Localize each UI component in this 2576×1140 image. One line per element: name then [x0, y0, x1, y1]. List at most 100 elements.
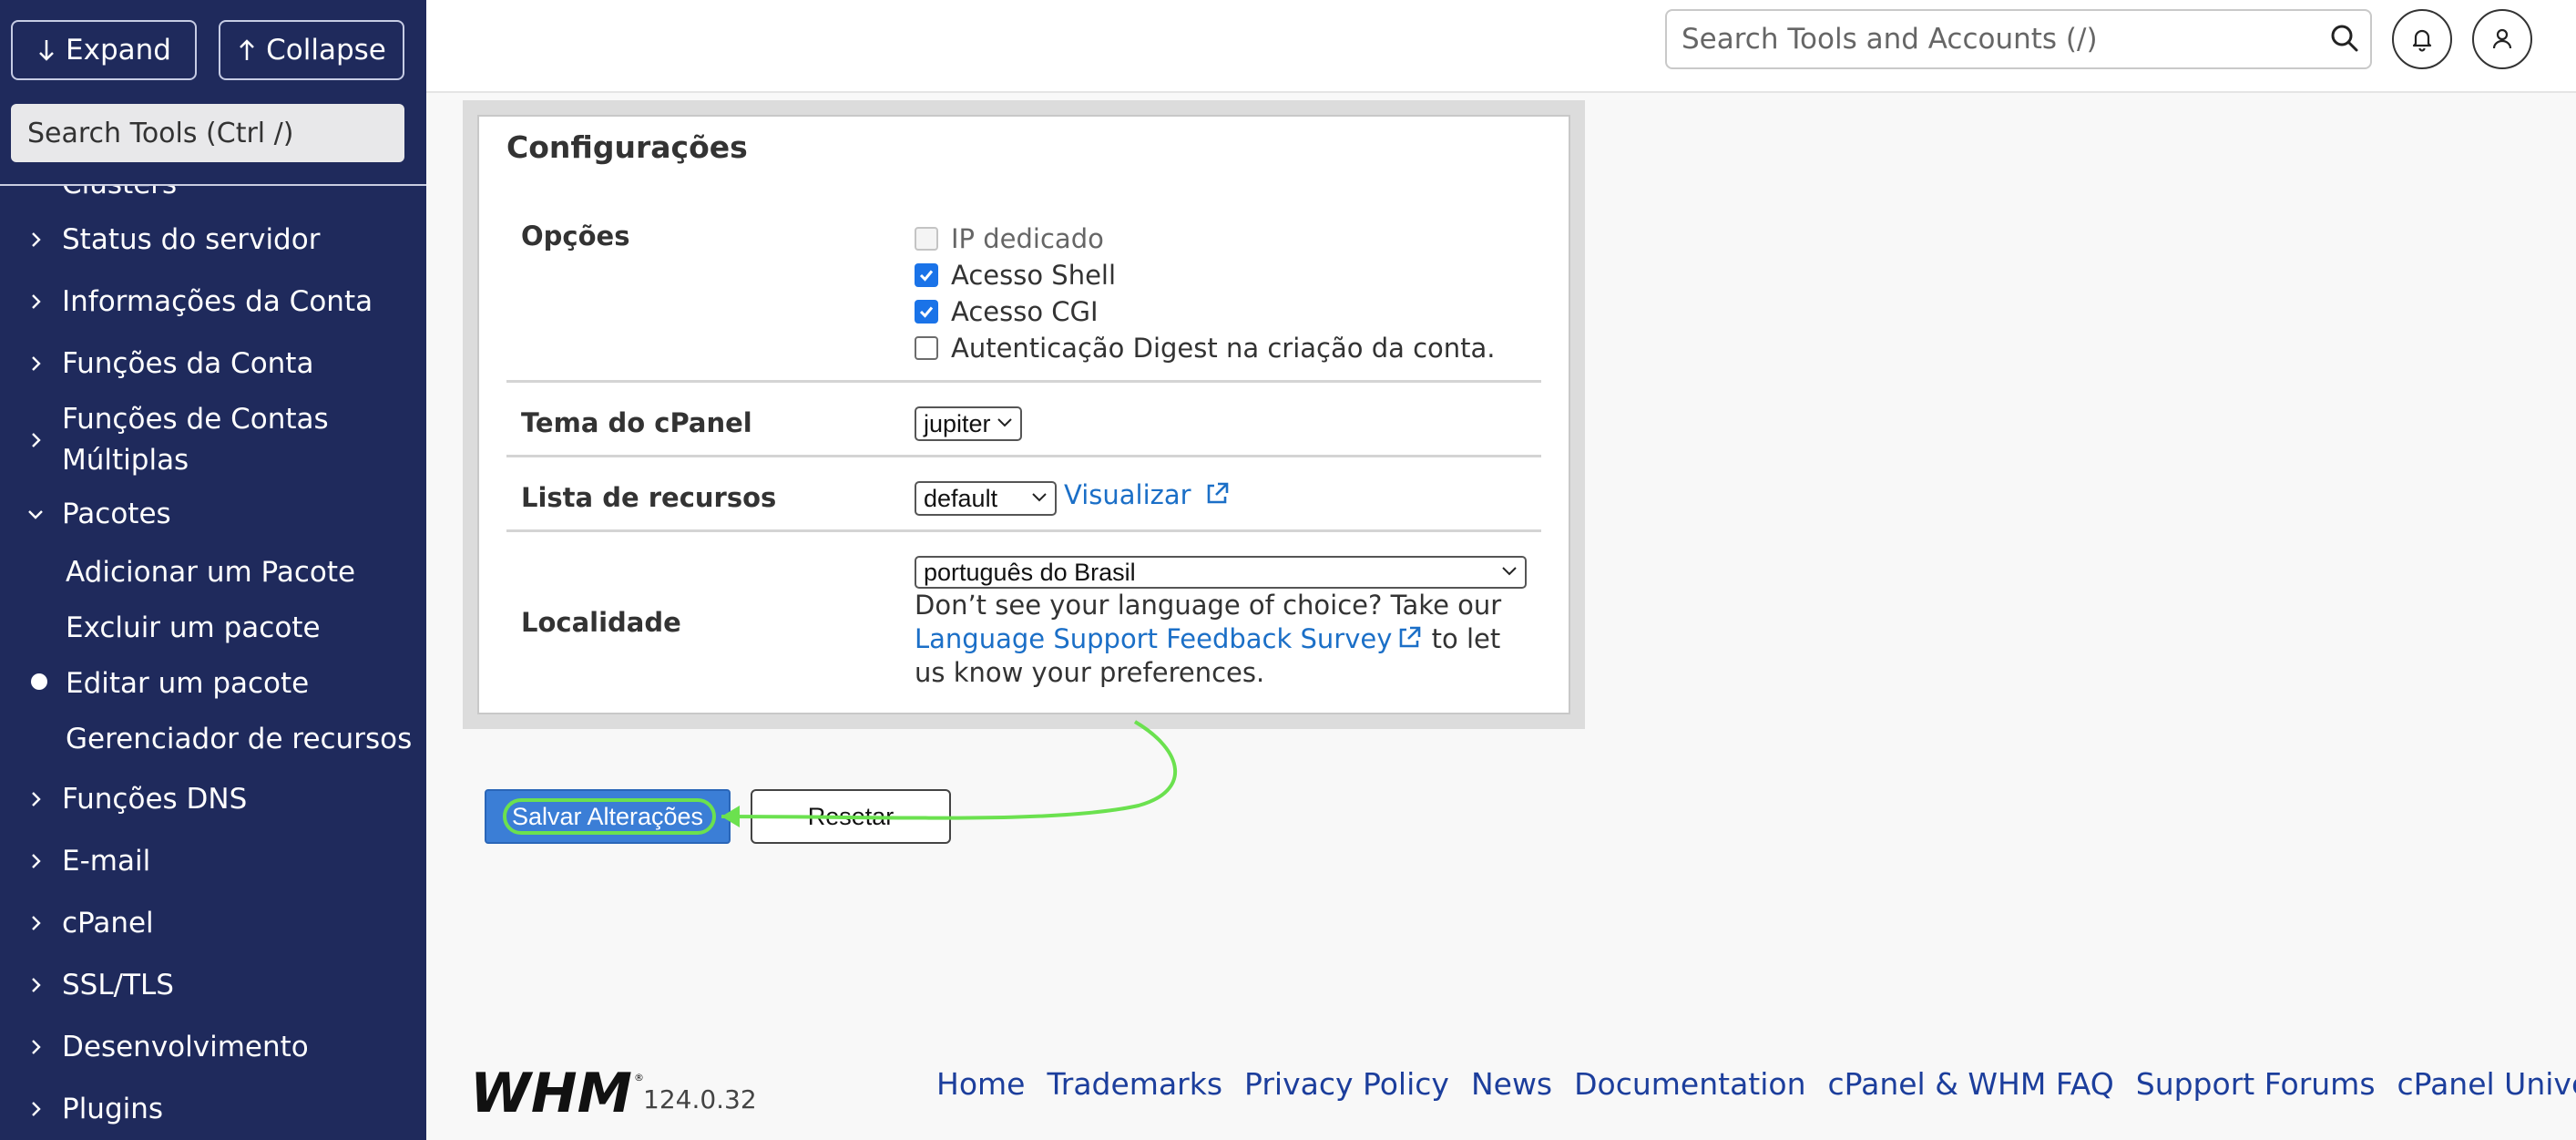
- sidebar-search-input[interactable]: Search Tools (Ctrl /): [11, 104, 404, 162]
- panel-title: Configurações: [506, 129, 748, 165]
- option-label: Autenticação Digest na criação da conta.: [951, 333, 1496, 364]
- feature-list-select[interactable]: default: [915, 481, 1057, 516]
- theme-select[interactable]: jupiter: [915, 406, 1022, 441]
- chevron-down-icon: [1032, 493, 1047, 502]
- user-menu-button[interactable]: [2472, 9, 2532, 69]
- sidebar-item-packages[interactable]: Pacotes: [0, 494, 426, 535]
- svg-text:®: ®: [634, 1072, 644, 1084]
- chevron-down-icon: [1502, 567, 1517, 576]
- arrow-down-icon: [39, 40, 54, 61]
- arrow-up-icon: [240, 39, 255, 60]
- whm-logo: WHM ®: [470, 1066, 644, 1117]
- expand-label: Expand: [66, 34, 171, 67]
- chevron-right-icon: [32, 854, 41, 868]
- collapse-label: Collapse: [266, 34, 386, 67]
- locale-help-text-1: Don’t see your language of choice? Take …: [915, 590, 1502, 621]
- sidebar-item-clusters[interactable]: Clusters: [0, 186, 426, 205]
- chevron-right-icon: [32, 978, 41, 992]
- footer-link-trademarks[interactable]: Trademarks: [1047, 1066, 1222, 1102]
- checkmark-icon: [919, 306, 934, 318]
- sidebar-item-account-functions[interactable]: Funções da Conta: [0, 344, 426, 385]
- locale-select-value: português do Brasil: [924, 558, 1136, 586]
- footer-link-university[interactable]: cPanel University: [2397, 1066, 2576, 1102]
- sidebar-item-account-info[interactable]: Informações da Conta: [0, 282, 426, 323]
- search-icon[interactable]: [2328, 22, 2361, 55]
- svg-text:WHM: WHM: [470, 1066, 632, 1117]
- sidebar-item-ssl-tls[interactable]: SSL/TLS: [0, 965, 426, 1006]
- top-search-placeholder: Search Tools and Accounts (/): [1682, 23, 2098, 56]
- sidebar-search-placeholder: Search Tools (Ctrl /): [27, 117, 294, 149]
- sidebar-item-label: Status do servidor: [62, 223, 321, 256]
- footer-link-support-forums[interactable]: Support Forums: [2136, 1066, 2376, 1102]
- view-feature-list-link[interactable]: Visualizar: [1064, 479, 1231, 510]
- sidebar-item-plugins[interactable]: Plugins: [0, 1089, 426, 1130]
- notifications-button[interactable]: [2392, 9, 2452, 69]
- sidebar-subitem-edit-package[interactable]: Editar um pacote: [66, 663, 309, 704]
- option-label: Acesso CGI: [951, 296, 1099, 327]
- feature-list-select-value: default: [924, 484, 998, 512]
- save-changes-button[interactable]: Salvar Alterações: [485, 789, 731, 844]
- footer-link-news[interactable]: News: [1471, 1066, 1552, 1102]
- sidebar-item-label: Desenvolvimento: [62, 1031, 309, 1063]
- sidebar-subitem-delete-package[interactable]: Excluir um pacote: [66, 608, 321, 649]
- footer-link-home[interactable]: Home: [936, 1066, 1025, 1102]
- sidebar-subitem-feature-manager[interactable]: Gerenciador de recursos: [66, 719, 412, 760]
- sidebar-item-label: Pacotes: [62, 498, 171, 530]
- sidebar-item-dns-functions[interactable]: Funções DNS: [0, 779, 426, 820]
- locale-select[interactable]: português do Brasil: [915, 556, 1527, 589]
- sidebar-item-label: E-mail: [62, 845, 151, 878]
- chevron-right-icon: [32, 1102, 41, 1116]
- sidebar-item-label: Funções DNS: [62, 783, 248, 816]
- option-cgi-access[interactable]: Acesso CGI: [915, 295, 1099, 328]
- footer-link-privacy-policy[interactable]: Privacy Policy: [1244, 1066, 1449, 1102]
- features-label: Lista de recursos: [521, 482, 777, 513]
- row-divider: [506, 529, 1541, 532]
- view-link-label: Visualizar: [1064, 479, 1191, 510]
- sidebar-item-email[interactable]: E-mail: [0, 841, 426, 882]
- theme-select-value: jupiter: [924, 409, 991, 437]
- chevron-right-icon: [32, 356, 41, 371]
- checkbox-checked[interactable]: [915, 263, 938, 287]
- collapse-button[interactable]: Collapse: [219, 20, 404, 80]
- reset-button[interactable]: Resetar: [751, 789, 951, 844]
- sidebar: Expand Collapse Search Tools (Ctrl /) Cl…: [0, 0, 426, 1140]
- sidebar-item-label: Informações da Conta: [62, 285, 373, 318]
- footer-link-faq[interactable]: cPanel & WHM FAQ: [1828, 1066, 2114, 1102]
- checkbox-unchecked[interactable]: [915, 336, 938, 360]
- locale-label: Localidade: [521, 607, 681, 638]
- chevron-right-icon: [32, 916, 41, 930]
- sidebar-item-label-line2: Múltiplas: [62, 444, 189, 477]
- chevron-right-icon: [32, 433, 41, 447]
- option-digest-auth[interactable]: Autenticação Digest na criação da conta.: [915, 332, 1496, 365]
- option-label: IP dedicado: [951, 223, 1104, 254]
- sidebar-subitem-add-package[interactable]: Adicionar um Pacote: [66, 552, 355, 593]
- top-search-input[interactable]: Search Tools and Accounts (/): [1665, 9, 2372, 69]
- footer-link-documentation[interactable]: Documentation: [1574, 1066, 1805, 1102]
- option-shell-access[interactable]: Acesso Shell: [915, 259, 1116, 292]
- checkmark-icon: [919, 270, 934, 282]
- row-divider: [506, 380, 1541, 383]
- expand-button[interactable]: Expand: [11, 20, 197, 80]
- theme-label: Tema do cPanel: [521, 407, 752, 438]
- external-link-icon: [1207, 482, 1229, 504]
- sidebar-item-label: Funções da Conta: [62, 347, 314, 380]
- chevron-right-icon: [32, 294, 41, 309]
- bell-icon: [2412, 29, 2432, 52]
- chevron-down-icon: [28, 510, 43, 519]
- save-changes-label: Salvar Alterações: [511, 802, 704, 830]
- sidebar-item-label: Clusters: [62, 186, 177, 205]
- option-label: Acesso Shell: [951, 260, 1117, 291]
- chevron-right-icon: [32, 792, 41, 806]
- checkbox-unchecked[interactable]: [915, 227, 938, 251]
- sidebar-item-development[interactable]: Desenvolvimento: [0, 1027, 426, 1068]
- footer-links: Home Trademarks Privacy Policy News Docu…: [936, 1066, 2576, 1102]
- sidebar-item-label-line1: Funções de Contas: [62, 403, 329, 436]
- language-survey-link[interactable]: Language Support Feedback Survey: [915, 623, 1392, 654]
- version-number: 124.0.32: [643, 1084, 757, 1114]
- sidebar-item-cpanel[interactable]: cPanel: [0, 903, 426, 944]
- option-dedicated-ip[interactable]: IP dedicado: [915, 222, 1104, 255]
- checkbox-checked[interactable]: [915, 300, 938, 324]
- sidebar-item-multi-account-functions[interactable]: Funções de Contas Múltiplas: [0, 399, 426, 481]
- sidebar-item-server-status[interactable]: Status do servidor: [0, 220, 426, 261]
- reset-label: Resetar: [807, 802, 894, 830]
